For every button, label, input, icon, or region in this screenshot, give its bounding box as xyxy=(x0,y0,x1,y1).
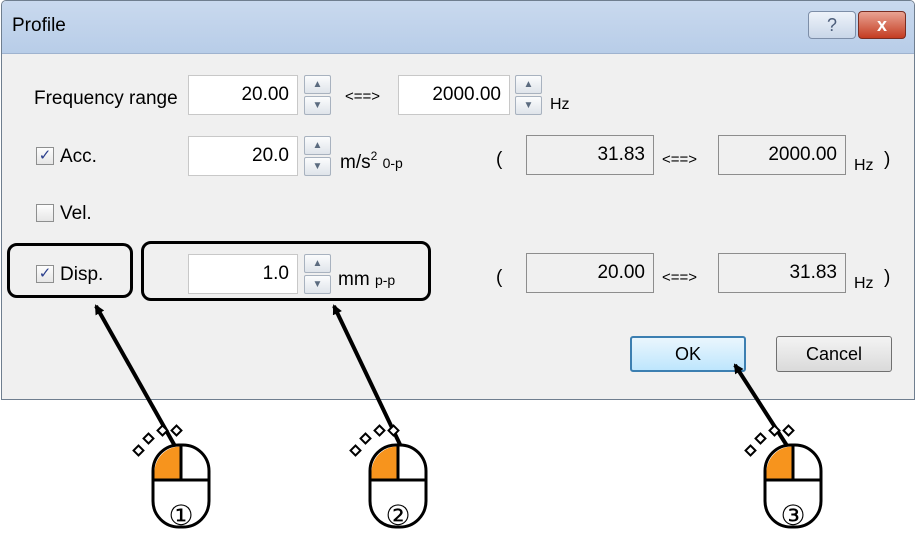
arrow-1 xyxy=(94,304,182,456)
callout-number-3: ③ xyxy=(780,499,805,532)
callout-number-2: ② xyxy=(385,499,410,532)
arrow-3 xyxy=(733,363,795,457)
mouse-icon-2: ② xyxy=(349,424,428,532)
callout-number-1: ① xyxy=(168,499,193,532)
annotation-overlay: ① ② ③ xyxy=(94,304,823,532)
